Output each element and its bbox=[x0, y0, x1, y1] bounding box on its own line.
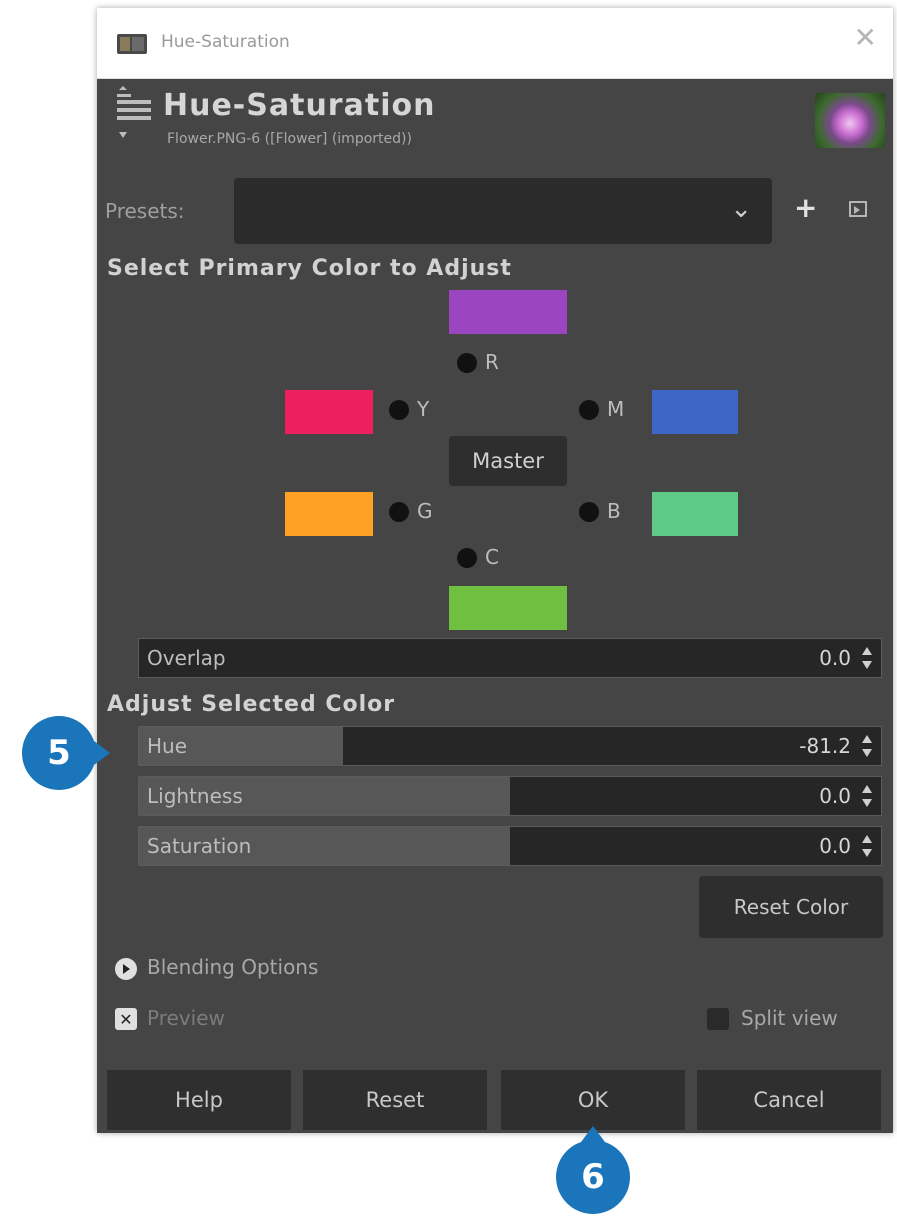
reset-button[interactable]: Reset bbox=[303, 1070, 487, 1130]
lightness-spin-icon[interactable] bbox=[859, 782, 875, 810]
primary-color-heading: Select Primary Color to Adjust bbox=[107, 256, 512, 281]
lightness-slider[interactable]: Lightness 0.0 bbox=[138, 776, 882, 816]
saturation-label: Saturation bbox=[147, 834, 252, 858]
step-6-callout: 6 bbox=[556, 1126, 630, 1214]
presets-label: Presets: bbox=[105, 199, 185, 223]
expander-icon[interactable] bbox=[115, 958, 137, 980]
hue-value: -81.2 bbox=[799, 734, 851, 758]
swatch-cyan[interactable] bbox=[449, 586, 567, 630]
step-5-callout: 5 bbox=[22, 716, 110, 790]
saturation-spin-icon[interactable] bbox=[859, 832, 875, 860]
overlap-label: Overlap bbox=[147, 646, 226, 670]
overlap-value: 0.0 bbox=[819, 646, 851, 670]
image-subtitle: Flower.PNG-6 ([Flower] (imported)) bbox=[167, 131, 412, 147]
gimp-app-icon bbox=[117, 34, 147, 54]
overlap-spin-icon[interactable] bbox=[859, 644, 875, 672]
radio-label-green: G bbox=[417, 499, 433, 523]
hue-spin-icon[interactable] bbox=[859, 732, 875, 760]
radio-label-blue: B bbox=[607, 499, 621, 523]
split-view-label: Split view bbox=[741, 1006, 838, 1030]
radio-label-red: R bbox=[485, 350, 499, 374]
presets-dropdown[interactable]: ⌄ bbox=[234, 178, 772, 244]
swatch-yellow[interactable] bbox=[285, 390, 373, 434]
hue-saturation-dialog: Hue-Saturation ✕ Hue-Saturation Flower.P… bbox=[97, 8, 893, 1133]
lightness-label: Lightness bbox=[147, 784, 243, 808]
help-button[interactable]: Help bbox=[107, 1070, 291, 1130]
close-icon[interactable]: ✕ bbox=[854, 24, 877, 52]
preset-menu-icon[interactable] bbox=[849, 201, 867, 217]
preview-label: Preview bbox=[147, 1006, 225, 1030]
cancel-button[interactable]: Cancel bbox=[697, 1070, 881, 1130]
radio-yellow[interactable] bbox=[389, 400, 409, 420]
add-preset-icon[interactable]: + bbox=[794, 194, 817, 222]
swatch-magenta[interactable] bbox=[652, 390, 738, 434]
chevron-down-icon: ⌄ bbox=[730, 194, 752, 224]
radio-label-magenta: M bbox=[607, 397, 625, 421]
radio-label-cyan: C bbox=[485, 545, 499, 569]
lightness-value: 0.0 bbox=[819, 784, 851, 808]
swatch-red[interactable] bbox=[449, 290, 567, 334]
radio-red[interactable] bbox=[457, 353, 477, 373]
preview-checkbox[interactable]: ✕ bbox=[115, 1008, 137, 1030]
radio-green[interactable] bbox=[389, 502, 409, 522]
adjust-color-heading: Adjust Selected Color bbox=[107, 692, 396, 717]
window-title: Hue-Saturation bbox=[161, 32, 290, 52]
radio-label-yellow: Y bbox=[417, 397, 430, 421]
image-thumbnail bbox=[815, 93, 885, 148]
hue-slider[interactable]: Hue -81.2 bbox=[138, 726, 882, 766]
radio-cyan[interactable] bbox=[457, 548, 477, 568]
saturation-value: 0.0 bbox=[819, 834, 851, 858]
swatch-green[interactable] bbox=[285, 492, 373, 536]
dialog-heading: Hue-Saturation bbox=[163, 88, 436, 123]
blending-options-label[interactable]: Blending Options bbox=[147, 955, 318, 979]
saturation-slider[interactable]: Saturation 0.0 bbox=[138, 826, 882, 866]
reset-color-button[interactable]: Reset Color bbox=[699, 876, 883, 938]
ok-button[interactable]: OK bbox=[501, 1070, 685, 1130]
master-button[interactable]: Master bbox=[449, 436, 567, 486]
window-titlebar: Hue-Saturation ✕ bbox=[97, 8, 893, 79]
overlap-slider[interactable]: Overlap 0.0 bbox=[138, 638, 882, 678]
swatch-blue[interactable] bbox=[652, 492, 738, 536]
radio-magenta[interactable] bbox=[579, 400, 599, 420]
radio-blue[interactable] bbox=[579, 502, 599, 522]
split-view-checkbox[interactable] bbox=[707, 1008, 729, 1030]
hue-label: Hue bbox=[147, 734, 188, 758]
hue-saturation-tool-icon bbox=[117, 86, 151, 138]
